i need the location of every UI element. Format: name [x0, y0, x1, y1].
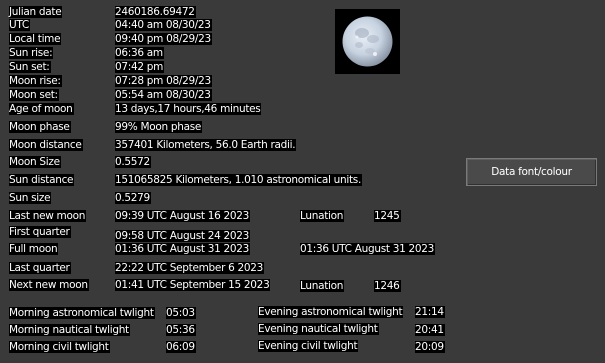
morning-civil-twilight-label: Morning civil twlight: [9, 341, 110, 353]
evening-nautical-twilight-label: Evening nautical twlight: [258, 323, 379, 335]
evening-astronomical-twilight-label: Evening astronomical twlight: [258, 306, 404, 318]
evening-civil-twilight-label: Evening civil twlight: [258, 340, 359, 352]
sun-set-value: 07:42 pm: [115, 61, 165, 73]
first-quarter-label: First quarter: [9, 226, 71, 238]
julian-date-value: 2460186.69472: [115, 6, 196, 18]
sun-set-label: Sun set:: [9, 61, 51, 73]
utc-label: UTC: [9, 19, 30, 31]
moon-size-label: Moon Size: [9, 156, 61, 168]
full-moon-icon: [342, 16, 393, 67]
sun-rise-label: Sun rise:: [9, 47, 54, 59]
sun-distance-label: Sun distance: [9, 174, 75, 186]
lunation-label: Lunation: [300, 280, 345, 292]
moon-rise-label: Moon rise:: [9, 75, 62, 87]
morning-astronomical-twilight-value: 05:03: [166, 307, 196, 319]
last-quarter-label: Last quarter: [9, 262, 71, 274]
moon-set-label: Moon set:: [9, 89, 59, 101]
full-moon-label: Full moon: [9, 243, 59, 255]
full-moon-value: 01:36 UTC August 31 2023: [115, 243, 251, 255]
morning-astronomical-twilight-label: Morning astronomical twlight: [9, 307, 155, 319]
moon-size-value: 0.5572: [115, 156, 151, 168]
lunation-label: Lunation: [300, 210, 345, 222]
evening-nautical-twilight-value: 20:41: [415, 324, 445, 336]
lunation-value: 1245: [374, 210, 401, 222]
next-new-moon-label: Next new moon: [9, 279, 89, 291]
moon-distance-value: 357401 Kilometers, 56.0 Earth radii.: [115, 139, 297, 151]
moon-image: [335, 9, 400, 74]
sun-distance-value: 151065825 Kilometers, 1.010 astronomical…: [115, 174, 363, 186]
moon-distance-label: Moon distance: [9, 139, 83, 151]
age-of-moon-value: 13 days,17 hours,46 minutes: [115, 103, 262, 115]
first-quarter-value: 09:58 UTC August 24 2023: [115, 230, 251, 242]
local-time-label: Local time: [9, 33, 62, 45]
full-moon-local-value: 01:36 UTC August 31 2023: [300, 243, 436, 255]
local-time-value: 09:40 pm 08/29/23: [115, 33, 212, 45]
sun-size-label: Sun size: [9, 192, 52, 204]
moon-set-value: 05:54 am 08/30/23: [115, 89, 212, 101]
data-font-colour-button[interactable]: Data font/colour: [466, 158, 597, 186]
sun-rise-value: 06:36 am: [115, 47, 164, 59]
julian-date-label: Julian date: [9, 6, 63, 18]
age-of-moon-label: Age of moon: [9, 103, 74, 115]
sun-size-value: 0.5279: [115, 192, 151, 204]
evening-civil-twilight-value: 20:09: [415, 341, 445, 353]
utc-value: 04:40 am 08/30/23: [115, 19, 212, 31]
next-new-moon-value: 01:41 UTC September 15 2023: [115, 279, 271, 291]
moon-rise-value: 07:28 pm 08/29/23: [115, 75, 212, 87]
last-new-moon-label: Last new moon: [9, 210, 87, 222]
moon-phase-label: Moon phase: [9, 121, 71, 133]
morning-nautical-twilight-value: 05:36: [166, 324, 196, 336]
evening-astronomical-twilight-value: 21:14: [415, 306, 445, 318]
morning-civil-twilight-value: 06:09: [166, 341, 196, 353]
morning-nautical-twilight-label: Morning nautical twlight: [9, 324, 130, 336]
last-new-moon-value: 09:39 UTC August 16 2023: [115, 210, 251, 222]
last-quarter-value: 22:22 UTC September 6 2023: [115, 262, 265, 274]
moon-phase-value: 99% Moon phase: [115, 121, 203, 133]
lunation-value: 1246: [374, 280, 401, 292]
